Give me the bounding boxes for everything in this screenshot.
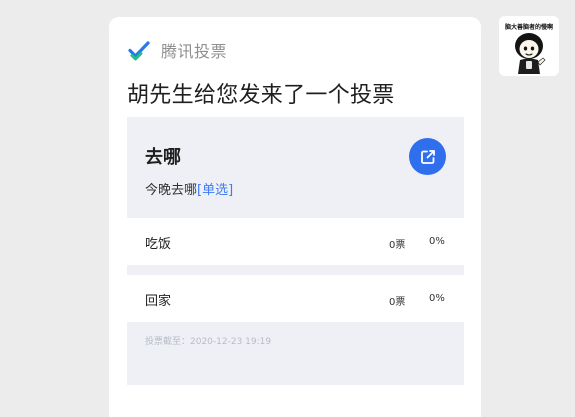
brand-name: 腾讯投票 <box>161 42 228 61</box>
poll-option[interactable]: 吃饭 0票 0% <box>127 218 464 265</box>
poll-question: 今晚去哪 <box>145 183 198 198</box>
poll-option-percent: 0% <box>429 293 445 304</box>
poll-option[interactable]: 回家 0票 0% <box>127 275 464 322</box>
poll-option-label: 回家 <box>145 294 172 309</box>
open-external-icon <box>420 149 435 164</box>
poll-subtitle: 今晚去哪[单选] <box>145 179 233 198</box>
poll-title: 去哪 <box>145 147 181 168</box>
poll-panel[interactable]: 去哪 今晚去哪[单选] 吃饭 0票 0% 回家 0票 0% 投票截至：2020-… <box>127 117 464 385</box>
poll-type-label: [单选] <box>197 183 234 198</box>
poll-option-percent: 0% <box>429 236 445 247</box>
vote-share-card[interactable]: 腾讯投票 胡先生给您发来了一个投票 去哪 今晚去哪[单选] 吃饭 0票 0% 回… <box>109 17 481 417</box>
brand-header: 腾讯投票 <box>127 39 227 61</box>
open-poll-button[interactable] <box>409 138 446 175</box>
poll-option-label: 吃饭 <box>145 237 172 252</box>
share-headline: 胡先生给您发来了一个投票 <box>127 83 395 108</box>
poll-deadline: 投票截至：2020-12-23 19:19 <box>145 337 272 347</box>
poll-option-votes: 0票 <box>389 297 406 308</box>
tencent-vote-logo-icon <box>128 41 150 61</box>
cartoon-sticker-avatar <box>515 33 546 74</box>
sender-avatar[interactable]: 脑大善脑者的慢啊 <box>499 16 559 76</box>
poll-option-votes: 0票 <box>389 240 406 251</box>
